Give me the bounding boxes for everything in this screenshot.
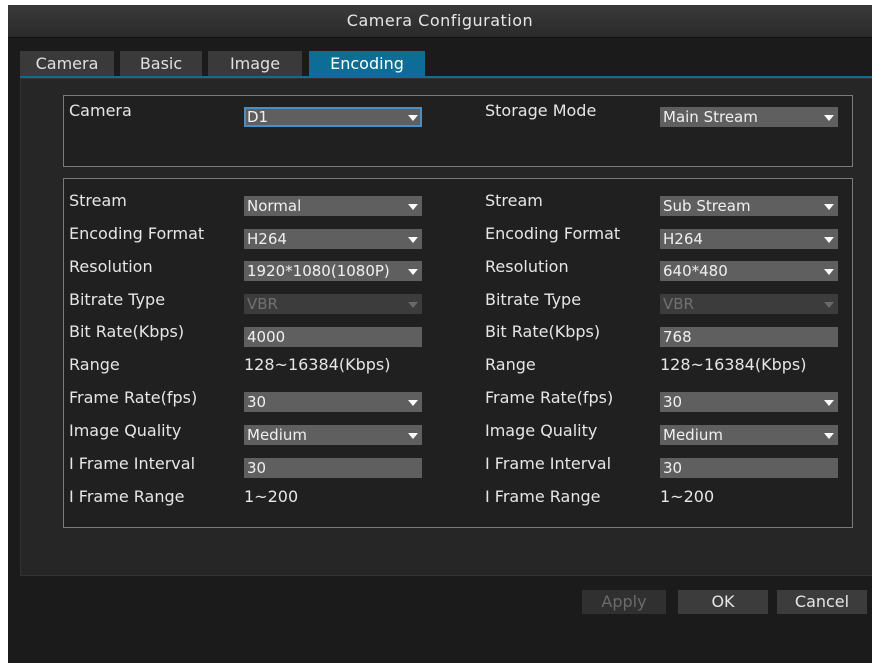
storage-mode-value: Main Stream bbox=[663, 108, 758, 126]
sub-bit-rate-label: Bit Rate(Kbps) bbox=[485, 322, 601, 341]
sub-i-frame-interval-input[interactable]: 30 bbox=[660, 458, 838, 478]
sub-bitrate-type-value: VBR bbox=[663, 295, 694, 313]
window-title: Camera Configuration bbox=[346, 11, 534, 30]
camera-value: D1 bbox=[247, 109, 269, 126]
main-i-frame-interval-label: I Frame Interval bbox=[69, 454, 196, 473]
sub-image-quality-value: Medium bbox=[663, 426, 723, 444]
main-bit-rate-input[interactable]: 4000 bbox=[244, 327, 422, 347]
chevron-down-icon bbox=[408, 269, 418, 275]
ok-button[interactable]: OK bbox=[678, 590, 768, 614]
main-encoding-format-select[interactable]: H264 bbox=[244, 229, 422, 249]
main-i-frame-range-value: 1~200 bbox=[244, 487, 299, 506]
main-image-quality-label: Image Quality bbox=[69, 421, 182, 440]
sub-i-frame-interval-label: I Frame Interval bbox=[485, 454, 612, 473]
main-resolution-label: Resolution bbox=[69, 257, 153, 276]
sub-bitrate-type-label: Bitrate Type bbox=[485, 290, 582, 309]
camera-configuration-dialog: Camera Configuration Camera Basic Image … bbox=[8, 5, 872, 663]
sub-i-frame-range-label: I Frame Range bbox=[485, 487, 601, 506]
chevron-down-icon bbox=[824, 204, 834, 210]
encoding-content: Camera D1 Storage Mode Main Stream Strea… bbox=[20, 78, 872, 576]
chevron-down-icon bbox=[408, 400, 418, 406]
main-image-quality-select[interactable]: Medium bbox=[244, 425, 422, 445]
chevron-down-icon bbox=[824, 237, 834, 243]
tab-camera[interactable]: Camera bbox=[20, 51, 114, 76]
sub-stream-value: Sub Stream bbox=[663, 197, 751, 215]
apply-button[interactable]: Apply bbox=[582, 590, 666, 614]
chevron-down-icon bbox=[408, 204, 418, 210]
sub-resolution-select[interactable]: 640*480 bbox=[660, 261, 838, 281]
main-image-quality-value: Medium bbox=[247, 426, 307, 444]
tab-image[interactable]: Image bbox=[208, 51, 302, 76]
chevron-down-icon bbox=[824, 400, 834, 406]
main-encoding-format-value: H264 bbox=[247, 230, 287, 248]
sub-resolution-label: Resolution bbox=[485, 257, 569, 276]
chevron-down-icon bbox=[408, 433, 418, 439]
storage-mode-label: Storage Mode bbox=[485, 101, 597, 120]
main-stream-select[interactable]: Normal bbox=[244, 196, 422, 216]
main-i-frame-range-label: I Frame Range bbox=[69, 487, 185, 506]
sub-image-quality-select[interactable]: Medium bbox=[660, 425, 838, 445]
main-encoding-format-label: Encoding Format bbox=[69, 224, 205, 243]
sub-range-label: Range bbox=[485, 355, 536, 374]
sub-frame-rate-value: 30 bbox=[663, 393, 683, 411]
sub-bitrate-type-select: VBR bbox=[660, 294, 838, 314]
sub-i-frame-range-value: 1~200 bbox=[660, 487, 715, 506]
main-frame-rate-label: Frame Rate(fps) bbox=[69, 388, 198, 407]
sub-range-value: 128~16384(Kbps) bbox=[660, 355, 807, 374]
sub-frame-rate-select[interactable]: 30 bbox=[660, 392, 838, 412]
main-stream-label: Stream bbox=[69, 191, 127, 210]
sub-resolution-value: 640*480 bbox=[663, 262, 728, 280]
chevron-down-icon bbox=[824, 433, 834, 439]
chevron-down-icon bbox=[824, 269, 834, 275]
main-frame-rate-value: 30 bbox=[247, 393, 267, 411]
main-bitrate-type-label: Bitrate Type bbox=[69, 290, 166, 309]
chevron-down-icon bbox=[824, 302, 834, 308]
main-resolution-value: 1920*1080(1080P) bbox=[247, 262, 390, 280]
sub-image-quality-label: Image Quality bbox=[485, 421, 598, 440]
stream-panel: Stream Normal Encoding Format H264 Resol… bbox=[63, 178, 853, 528]
tab-basic[interactable]: Basic bbox=[120, 51, 202, 76]
main-resolution-select[interactable]: 1920*1080(1080P) bbox=[244, 261, 422, 281]
chevron-down-icon bbox=[824, 115, 834, 121]
main-i-frame-interval-input[interactable]: 30 bbox=[244, 458, 422, 478]
camera-panel: Camera D1 Storage Mode Main Stream bbox=[63, 95, 853, 167]
sub-encoding-format-value: H264 bbox=[663, 230, 703, 248]
camera-label: Camera bbox=[69, 101, 132, 120]
sub-encoding-format-label: Encoding Format bbox=[485, 224, 621, 243]
main-stream-value: Normal bbox=[247, 197, 302, 215]
main-range-value: 128~16384(Kbps) bbox=[244, 355, 391, 374]
chevron-down-icon bbox=[408, 237, 418, 243]
storage-mode-select[interactable]: Main Stream bbox=[660, 107, 838, 127]
sub-bit-rate-input[interactable]: 768 bbox=[660, 327, 838, 347]
main-bitrate-type-value: VBR bbox=[247, 295, 278, 313]
main-frame-rate-select[interactable]: 30 bbox=[244, 392, 422, 412]
sub-encoding-format-select[interactable]: H264 bbox=[660, 229, 838, 249]
sub-frame-rate-label: Frame Rate(fps) bbox=[485, 388, 614, 407]
cancel-button[interactable]: Cancel bbox=[777, 590, 867, 614]
camera-select[interactable]: D1 bbox=[244, 107, 422, 127]
sub-stream-select[interactable]: Sub Stream bbox=[660, 196, 838, 216]
chevron-down-icon bbox=[408, 302, 418, 308]
main-bit-rate-label: Bit Rate(Kbps) bbox=[69, 322, 185, 341]
main-range-label: Range bbox=[69, 355, 120, 374]
title-bar: Camera Configuration bbox=[8, 5, 872, 38]
tab-encoding[interactable]: Encoding bbox=[309, 51, 425, 76]
sub-stream-label: Stream bbox=[485, 191, 543, 210]
main-bitrate-type-select: VBR bbox=[244, 294, 422, 314]
chevron-down-icon bbox=[408, 115, 418, 121]
